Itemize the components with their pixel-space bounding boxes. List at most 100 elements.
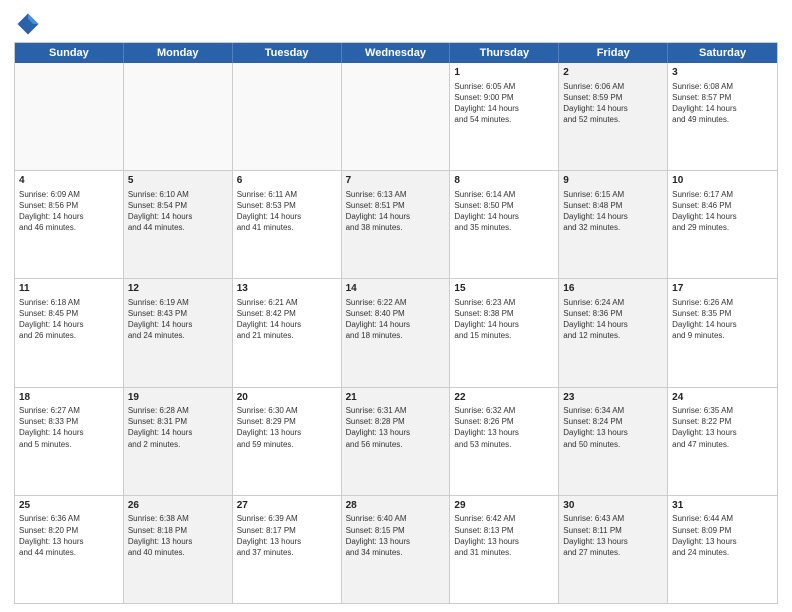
day-number: 24 [672,391,773,405]
day-number: 8 [454,174,554,188]
calendar-row-3: 18Sunrise: 6:27 AM Sunset: 8:33 PM Dayli… [15,388,777,496]
calendar-cell-22: 22Sunrise: 6:32 AM Sunset: 8:26 PM Dayli… [450,388,559,495]
calendar-cell-1: 1Sunrise: 6:05 AM Sunset: 9:00 PM Daylig… [450,63,559,170]
calendar-row-1: 4Sunrise: 6:09 AM Sunset: 8:56 PM Daylig… [15,171,777,279]
calendar-cell-27: 27Sunrise: 6:39 AM Sunset: 8:17 PM Dayli… [233,496,342,603]
cell-info: Sunrise: 6:35 AM Sunset: 8:22 PM Dayligh… [672,405,773,450]
cell-info: Sunrise: 6:27 AM Sunset: 8:33 PM Dayligh… [19,405,119,450]
day-number: 23 [563,391,663,405]
day-number: 27 [237,499,337,513]
header-day-saturday: Saturday [668,43,777,63]
calendar-cell-11: 11Sunrise: 6:18 AM Sunset: 8:45 PM Dayli… [15,279,124,386]
calendar-row-2: 11Sunrise: 6:18 AM Sunset: 8:45 PM Dayli… [15,279,777,387]
calendar-cell-16: 16Sunrise: 6:24 AM Sunset: 8:36 PM Dayli… [559,279,668,386]
cell-info: Sunrise: 6:08 AM Sunset: 8:57 PM Dayligh… [672,81,773,126]
cell-info: Sunrise: 6:43 AM Sunset: 8:11 PM Dayligh… [563,513,663,558]
cell-info: Sunrise: 6:31 AM Sunset: 8:28 PM Dayligh… [346,405,446,450]
calendar-cell-12: 12Sunrise: 6:19 AM Sunset: 8:43 PM Dayli… [124,279,233,386]
day-number: 30 [563,499,663,513]
day-number: 29 [454,499,554,513]
calendar-cell-empty-0-0 [15,63,124,170]
day-number: 19 [128,391,228,405]
calendar-cell-8: 8Sunrise: 6:14 AM Sunset: 8:50 PM Daylig… [450,171,559,278]
cell-info: Sunrise: 6:42 AM Sunset: 8:13 PM Dayligh… [454,513,554,558]
logo-icon [14,10,42,38]
day-number: 11 [19,282,119,296]
header-row [14,10,778,38]
day-number: 16 [563,282,663,296]
cell-info: Sunrise: 6:09 AM Sunset: 8:56 PM Dayligh… [19,189,119,234]
calendar-cell-empty-0-1 [124,63,233,170]
calendar-cell-24: 24Sunrise: 6:35 AM Sunset: 8:22 PM Dayli… [668,388,777,495]
day-number: 26 [128,499,228,513]
header-day-monday: Monday [124,43,233,63]
header-day-thursday: Thursday [450,43,559,63]
calendar-row-0: 1Sunrise: 6:05 AM Sunset: 9:00 PM Daylig… [15,63,777,171]
cell-info: Sunrise: 6:28 AM Sunset: 8:31 PM Dayligh… [128,405,228,450]
calendar-cell-19: 19Sunrise: 6:28 AM Sunset: 8:31 PM Dayli… [124,388,233,495]
cell-info: Sunrise: 6:34 AM Sunset: 8:24 PM Dayligh… [563,405,663,450]
day-number: 21 [346,391,446,405]
calendar-cell-21: 21Sunrise: 6:31 AM Sunset: 8:28 PM Dayli… [342,388,451,495]
calendar-cell-4: 4Sunrise: 6:09 AM Sunset: 8:56 PM Daylig… [15,171,124,278]
logo [14,10,46,38]
calendar-cell-14: 14Sunrise: 6:22 AM Sunset: 8:40 PM Dayli… [342,279,451,386]
cell-info: Sunrise: 6:13 AM Sunset: 8:51 PM Dayligh… [346,189,446,234]
calendar-cell-29: 29Sunrise: 6:42 AM Sunset: 8:13 PM Dayli… [450,496,559,603]
day-number: 6 [237,174,337,188]
day-number: 25 [19,499,119,513]
day-number: 22 [454,391,554,405]
day-number: 7 [346,174,446,188]
cell-info: Sunrise: 6:40 AM Sunset: 8:15 PM Dayligh… [346,513,446,558]
day-number: 2 [563,66,663,80]
calendar-cell-30: 30Sunrise: 6:43 AM Sunset: 8:11 PM Dayli… [559,496,668,603]
calendar-cell-23: 23Sunrise: 6:34 AM Sunset: 8:24 PM Dayli… [559,388,668,495]
day-number: 13 [237,282,337,296]
cell-info: Sunrise: 6:24 AM Sunset: 8:36 PM Dayligh… [563,297,663,342]
day-number: 17 [672,282,773,296]
cell-info: Sunrise: 6:17 AM Sunset: 8:46 PM Dayligh… [672,189,773,234]
calendar-cell-13: 13Sunrise: 6:21 AM Sunset: 8:42 PM Dayli… [233,279,342,386]
header-day-wednesday: Wednesday [342,43,451,63]
cell-info: Sunrise: 6:11 AM Sunset: 8:53 PM Dayligh… [237,189,337,234]
cell-info: Sunrise: 6:05 AM Sunset: 9:00 PM Dayligh… [454,81,554,126]
calendar-row-4: 25Sunrise: 6:36 AM Sunset: 8:20 PM Dayli… [15,496,777,603]
page: SundayMondayTuesdayWednesdayThursdayFrid… [0,0,792,612]
calendar-header: SundayMondayTuesdayWednesdayThursdayFrid… [15,43,777,63]
cell-info: Sunrise: 6:26 AM Sunset: 8:35 PM Dayligh… [672,297,773,342]
cell-info: Sunrise: 6:23 AM Sunset: 8:38 PM Dayligh… [454,297,554,342]
cell-info: Sunrise: 6:22 AM Sunset: 8:40 PM Dayligh… [346,297,446,342]
calendar-cell-empty-0-3 [342,63,451,170]
calendar-cell-20: 20Sunrise: 6:30 AM Sunset: 8:29 PM Dayli… [233,388,342,495]
cell-info: Sunrise: 6:10 AM Sunset: 8:54 PM Dayligh… [128,189,228,234]
cell-info: Sunrise: 6:19 AM Sunset: 8:43 PM Dayligh… [128,297,228,342]
calendar-body: 1Sunrise: 6:05 AM Sunset: 9:00 PM Daylig… [15,63,777,603]
header-day-sunday: Sunday [15,43,124,63]
calendar-cell-10: 10Sunrise: 6:17 AM Sunset: 8:46 PM Dayli… [668,171,777,278]
cell-info: Sunrise: 6:21 AM Sunset: 8:42 PM Dayligh… [237,297,337,342]
day-number: 9 [563,174,663,188]
day-number: 1 [454,66,554,80]
header-day-tuesday: Tuesday [233,43,342,63]
header-day-friday: Friday [559,43,668,63]
cell-info: Sunrise: 6:30 AM Sunset: 8:29 PM Dayligh… [237,405,337,450]
calendar-cell-18: 18Sunrise: 6:27 AM Sunset: 8:33 PM Dayli… [15,388,124,495]
calendar-cell-31: 31Sunrise: 6:44 AM Sunset: 8:09 PM Dayli… [668,496,777,603]
calendar-cell-9: 9Sunrise: 6:15 AM Sunset: 8:48 PM Daylig… [559,171,668,278]
calendar-cell-3: 3Sunrise: 6:08 AM Sunset: 8:57 PM Daylig… [668,63,777,170]
calendar-cell-25: 25Sunrise: 6:36 AM Sunset: 8:20 PM Dayli… [15,496,124,603]
cell-info: Sunrise: 6:32 AM Sunset: 8:26 PM Dayligh… [454,405,554,450]
calendar-cell-26: 26Sunrise: 6:38 AM Sunset: 8:18 PM Dayli… [124,496,233,603]
calendar-cell-28: 28Sunrise: 6:40 AM Sunset: 8:15 PM Dayli… [342,496,451,603]
day-number: 3 [672,66,773,80]
cell-info: Sunrise: 6:36 AM Sunset: 8:20 PM Dayligh… [19,513,119,558]
cell-info: Sunrise: 6:18 AM Sunset: 8:45 PM Dayligh… [19,297,119,342]
calendar: SundayMondayTuesdayWednesdayThursdayFrid… [14,42,778,604]
day-number: 10 [672,174,773,188]
day-number: 18 [19,391,119,405]
day-number: 20 [237,391,337,405]
cell-info: Sunrise: 6:44 AM Sunset: 8:09 PM Dayligh… [672,513,773,558]
day-number: 28 [346,499,446,513]
calendar-cell-2: 2Sunrise: 6:06 AM Sunset: 8:59 PM Daylig… [559,63,668,170]
cell-info: Sunrise: 6:15 AM Sunset: 8:48 PM Dayligh… [563,189,663,234]
